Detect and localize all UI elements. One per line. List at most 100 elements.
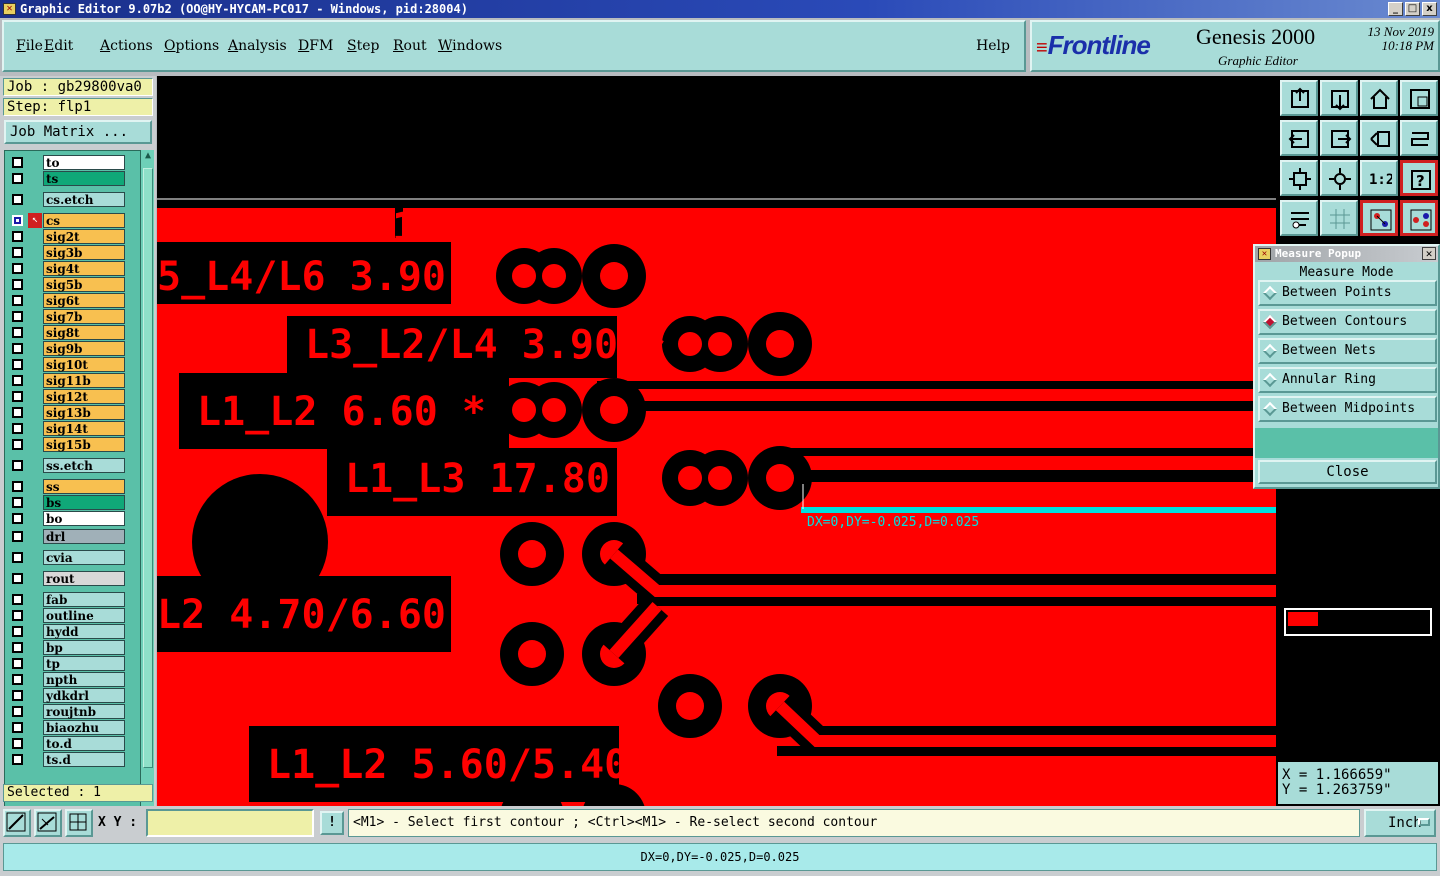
measure-mode-annular-ring[interactable]: Annular Ring: [1258, 367, 1437, 393]
layer-row-sig13b[interactable]: sig13b: [7, 405, 125, 420]
layer-name[interactable]: outline: [43, 608, 125, 623]
layer-checkbox[interactable]: [12, 311, 23, 322]
home-icon[interactable]: [1360, 80, 1398, 116]
layer-checkbox[interactable]: [12, 658, 23, 669]
layer-checkbox[interactable]: [12, 173, 23, 184]
layer-row-ss.etch[interactable]: ss.etch: [7, 458, 125, 473]
help-query-icon[interactable]: ?: [1400, 160, 1438, 196]
layer-checkbox[interactable]: [12, 706, 23, 717]
layer-list-scrollbar[interactable]: ▲ ▼: [140, 150, 154, 856]
layer-checkbox[interactable]: [12, 642, 23, 653]
layer-checkbox[interactable]: [12, 594, 23, 605]
redraw-icon[interactable]: [1400, 120, 1438, 156]
layer-checkbox[interactable]: [12, 722, 23, 733]
layer-checkbox[interactable]: [12, 279, 23, 290]
zoom-center-icon[interactable]: [1320, 160, 1358, 196]
layer-checkbox[interactable]: [12, 497, 23, 508]
tools-icon[interactable]: [1280, 200, 1318, 236]
layer-row-ts.d[interactable]: ts.d: [7, 752, 125, 767]
layer-name[interactable]: sig4t: [43, 261, 125, 276]
snap-angle-icon[interactable]: [34, 809, 62, 837]
layer-row-fab[interactable]: fab: [7, 592, 125, 607]
layer-row-sig8t[interactable]: sig8t: [7, 325, 125, 340]
layer-checkbox[interactable]: [12, 754, 23, 765]
pan-left-icon[interactable]: [1280, 120, 1318, 156]
undo-view-icon[interactable]: [1360, 120, 1398, 156]
job-matrix-button[interactable]: Job Matrix ...: [4, 120, 152, 144]
menu-step[interactable]: Step: [347, 38, 379, 54]
layer-row-hydd[interactable]: hydd: [7, 624, 125, 639]
menu-analysis[interactable]: Analysis: [228, 38, 287, 54]
layer-name[interactable]: sig8t: [43, 325, 125, 340]
layer-checkbox[interactable]: [12, 513, 23, 524]
layer-name[interactable]: bs: [43, 495, 125, 510]
menu-rout[interactable]: Rout: [393, 38, 427, 54]
layer-settings-icon[interactable]: [1400, 200, 1438, 236]
execute-button[interactable]: !: [320, 811, 344, 835]
layer-row-cvia[interactable]: cvia: [7, 550, 125, 565]
layer-name[interactable]: hydd: [43, 624, 125, 639]
layer-checkbox[interactable]: [12, 194, 23, 205]
layer-list[interactable]: to ts cs.etch ↖ cs sig2t sig3b sig4t sig5b sig6t s…: [4, 150, 154, 856]
close-window-button[interactable]: x: [1422, 2, 1437, 16]
scale-1-2-icon[interactable]: 1:2: [1360, 160, 1398, 196]
overview-map[interactable]: [1284, 608, 1432, 636]
layer-row-outline[interactable]: outline: [7, 608, 125, 623]
pan-up-icon[interactable]: [1280, 80, 1318, 116]
layer-name[interactable]: bo: [43, 511, 125, 526]
layer-row-npth[interactable]: npth: [7, 672, 125, 687]
grid-icon[interactable]: [1320, 200, 1358, 236]
layer-name[interactable]: cvia: [43, 550, 125, 565]
layer-name[interactable]: sig6t: [43, 293, 125, 308]
layer-row-sig15b[interactable]: sig15b: [7, 437, 125, 452]
layer-checkbox[interactable]: [12, 674, 23, 685]
layer-row-sig3b[interactable]: sig3b: [7, 245, 125, 260]
layer-checkbox[interactable]: [12, 573, 23, 584]
layer-row-to.d[interactable]: to.d: [7, 736, 125, 751]
popup-close-button[interactable]: Close: [1258, 460, 1437, 484]
layer-name[interactable]: sig5b: [43, 277, 125, 292]
layer-row-cs[interactable]: ↖ cs: [7, 213, 125, 228]
layer-row-sig7b[interactable]: sig7b: [7, 309, 125, 324]
menu-options[interactable]: Options: [164, 38, 219, 54]
layer-checkbox[interactable]: [12, 423, 23, 434]
zoom-window-icon[interactable]: [1400, 80, 1438, 116]
xy-input[interactable]: [146, 809, 314, 837]
menu-windows[interactable]: Windows: [438, 38, 502, 54]
layer-name[interactable]: fab: [43, 592, 125, 607]
radio-diamond-icon[interactable]: [1262, 372, 1278, 388]
layer-row-cs.etch[interactable]: cs.etch: [7, 192, 125, 207]
layer-name[interactable]: biaozhu: [43, 720, 125, 735]
layer-row-bp[interactable]: bp: [7, 640, 125, 655]
layer-checkbox[interactable]: [12, 460, 23, 471]
layer-checkbox[interactable]: [12, 215, 23, 226]
scroll-thumb[interactable]: [143, 168, 153, 768]
layer-name[interactable]: ts: [43, 171, 125, 186]
layer-checkbox[interactable]: [12, 610, 23, 621]
snap-grid-icon[interactable]: [65, 809, 93, 837]
layer-row-roujtnb[interactable]: roujtnb: [7, 704, 125, 719]
layer-row-sig6t[interactable]: sig6t: [7, 293, 125, 308]
layer-name[interactable]: sig12t: [43, 389, 125, 404]
layer-name[interactable]: ydkdrl: [43, 688, 125, 703]
layer-row-sig10t[interactable]: sig10t: [7, 357, 125, 372]
layer-checkbox[interactable]: [12, 439, 23, 450]
layer-name[interactable]: sig2t: [43, 229, 125, 244]
layer-checkbox[interactable]: [12, 263, 23, 274]
layer-checkbox[interactable]: [12, 738, 23, 749]
layer-row-tp[interactable]: tp: [7, 656, 125, 671]
layer-row-sig5b[interactable]: sig5b: [7, 277, 125, 292]
layer-row-ts[interactable]: ts: [7, 171, 125, 186]
menu-actions[interactable]: Actions: [100, 38, 153, 54]
layer-row-sig14t[interactable]: sig14t: [7, 421, 125, 436]
layer-checkbox[interactable]: [12, 481, 23, 492]
layer-name[interactable]: cs: [43, 213, 125, 228]
measure-mode-between-nets[interactable]: Between Nets: [1258, 338, 1437, 364]
minimize-button[interactable]: _: [1388, 2, 1403, 16]
pan-down-icon[interactable]: [1320, 80, 1358, 116]
layer-name[interactable]: sig11b: [43, 373, 125, 388]
layer-row-bo[interactable]: bo: [7, 511, 125, 526]
snap-icon[interactable]: [3, 809, 31, 837]
measure-mode-between-midpoints[interactable]: Between Midpoints: [1258, 396, 1437, 422]
layer-checkbox[interactable]: [12, 626, 23, 637]
